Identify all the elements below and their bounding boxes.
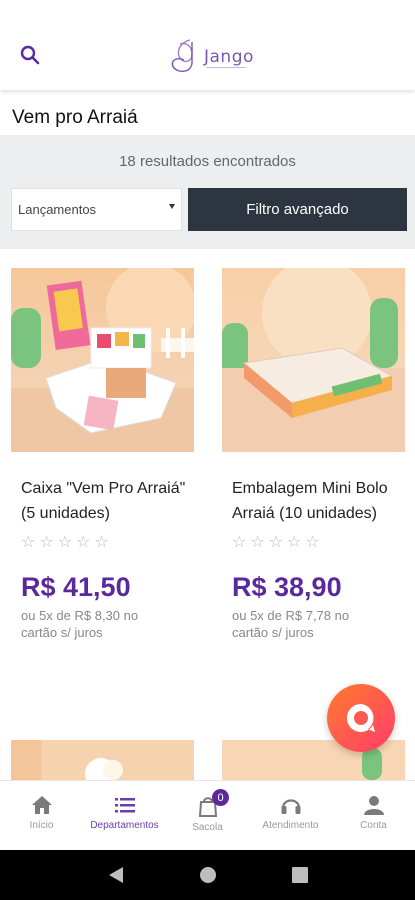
nav-item-departamentos[interactable]: Departamentos (83, 781, 166, 850)
filter-panel: 18 resultados encontrados Lançamentos Fi… (0, 135, 415, 249)
star-icon: ☆ (250, 534, 265, 551)
rating-stars: ☆ ☆ ☆ ☆ ☆ (232, 534, 405, 552)
sort-select-value: Lançamentos (18, 202, 97, 217)
search-icon (20, 45, 40, 65)
results-count: 18 resultados encontrados (119, 153, 296, 170)
product-card[interactable]: Embalagem Mini Bolo Arraiá (10 unidades)… (222, 268, 405, 641)
star-icon: ☆ (287, 534, 302, 551)
search-button[interactable] (18, 43, 42, 67)
dropdown-arrow-icon (169, 204, 175, 209)
nav-item-conta[interactable]: Conta (332, 781, 415, 850)
nav-label: Departamentos (90, 820, 159, 831)
product-price: R$ 41,50 (21, 572, 131, 602)
logo-mark-icon (171, 39, 193, 73)
system-navigation-bar (0, 850, 415, 900)
star-icon: ☆ (94, 534, 109, 551)
list-icon (114, 798, 135, 813)
advanced-filter-button[interactable]: Filtro avançado (188, 188, 407, 231)
product-name[interactable]: Caixa "Vem Pro Arraiá" (5 unidades) (21, 476, 186, 526)
nav-label: Sacola (192, 822, 223, 833)
home-icon (31, 796, 52, 814)
user-icon (363, 796, 384, 815)
chat-button[interactable] (327, 684, 395, 752)
logo-underline (206, 67, 246, 68)
nav-item-atendimento[interactable]: Atendimento (249, 781, 332, 850)
nav-label: Conta (360, 820, 387, 831)
nav-label: Atendimento (262, 820, 319, 831)
star-icon: ☆ (39, 534, 54, 551)
rating-stars: ☆ ☆ ☆ ☆ ☆ (21, 534, 194, 552)
chat-bubble-icon (346, 703, 375, 732)
app-header: Jango (0, 0, 415, 90)
star-icon: ☆ (305, 534, 320, 551)
brand-logo[interactable]: Jango (166, 36, 256, 78)
nav-item-inicio[interactable]: Início (0, 781, 83, 850)
recents-icon[interactable] (291, 867, 308, 883)
product-price: R$ 38,90 (232, 572, 342, 602)
star-icon: ☆ (232, 534, 247, 551)
bottom-navigation: Início Departamentos 0 Sacola Atendiment… (0, 780, 415, 850)
logo-text: Jango (204, 47, 254, 67)
home-circle-icon[interactable] (199, 866, 217, 884)
product-image-graphic (11, 268, 194, 452)
cart-badge: 0 (212, 789, 229, 806)
product-image[interactable] (11, 268, 194, 452)
product-image-graphic (222, 268, 405, 452)
star-icon: ☆ (76, 534, 91, 551)
product-card[interactable]: Caixa "Vem Pro Arraiá" (5 unidades) ☆ ☆ … (11, 268, 194, 641)
product-image[interactable] (222, 268, 405, 452)
installment-text: ou 5x de R$ 8,30 no cartão s/ juros (21, 608, 139, 640)
headset-icon (281, 799, 300, 814)
back-icon[interactable] (108, 866, 124, 884)
installment-text: ou 5x de R$ 7,78 no cartão s/ juros (232, 608, 350, 640)
product-image-graphic (11, 740, 194, 780)
sort-select[interactable]: Lançamentos (11, 188, 182, 231)
star-icon: ☆ (268, 534, 284, 551)
page-title: Vem pro Arraiá (12, 107, 138, 128)
product-name[interactable]: Embalagem Mini Bolo Arraiá (10 unidades) (232, 476, 397, 526)
star-icon: ☆ (21, 534, 36, 551)
nav-label: Início (29, 820, 54, 831)
nav-item-sacola[interactable]: 0 Sacola (166, 781, 249, 850)
product-image-partial[interactable] (11, 740, 194, 780)
star-icon: ☆ (57, 534, 73, 551)
